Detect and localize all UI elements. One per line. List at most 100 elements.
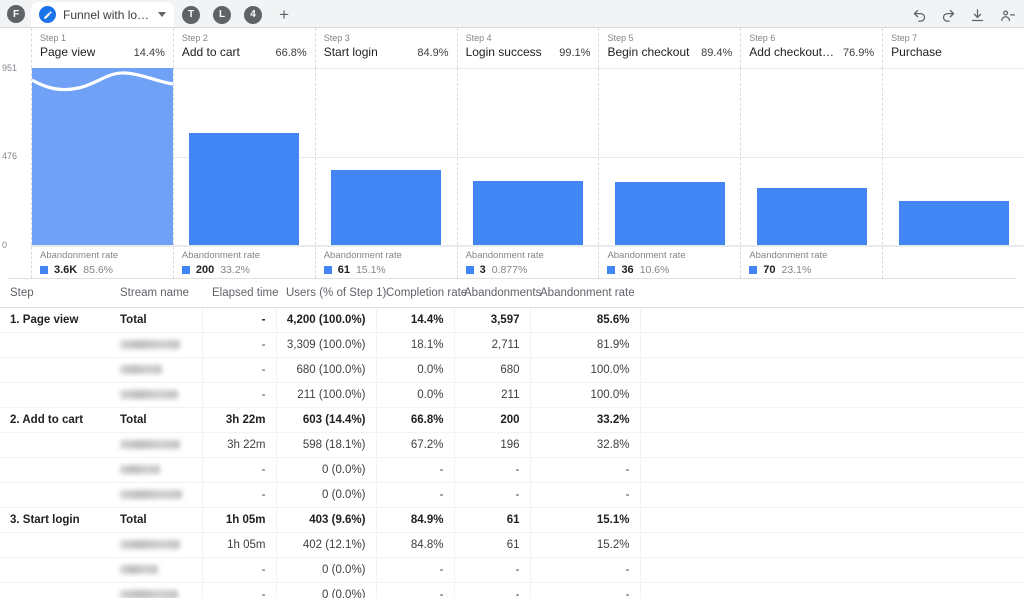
funnel-bar[interactable] [898, 201, 1009, 245]
undo-icon[interactable] [912, 8, 927, 23]
cell-elapsed-time: - [201, 307, 276, 333]
cell-abandonments: 211 [453, 382, 530, 408]
cell-stream-name [110, 482, 202, 508]
funnel-step-header-6[interactable]: Step 6 Add checkout info 76.9% [740, 28, 882, 68]
table-row[interactable]: -3,309 (100.0%) 18.1% 2,711 81.9% [0, 332, 1024, 358]
table-row[interactable]: 3. Start login Total 1h 05m 403 (9.6%) 84.9%… [0, 507, 1024, 533]
cell-completion-rate: - [375, 582, 454, 598]
funnel-bar-cell-7[interactable] [882, 68, 1024, 245]
table-row[interactable]: 1h 05m 402 (12.1%) 84.8% 61 15.2% [0, 532, 1024, 558]
share-icon[interactable] [999, 8, 1016, 23]
add-tab-button[interactable]: + [269, 2, 299, 27]
funnel-bar-cell-2[interactable] [172, 68, 315, 245]
step-completion-pct: 84.9% [417, 47, 449, 59]
step-number: Step 7 [891, 33, 918, 43]
cell-elapsed-time: - [201, 457, 276, 483]
redo-icon[interactable] [941, 8, 956, 23]
cell-abandonment-rate: - [529, 482, 640, 508]
cell-abandonments: 3,597 [453, 307, 530, 333]
table-row[interactable]: -680 (100.0%) 0.0% 680 100.0% [0, 357, 1024, 383]
cell-stream-name [110, 432, 202, 458]
cell-users: 0 (0.0%) [275, 482, 376, 508]
cell-completion-rate: 84.9% [375, 507, 454, 533]
cell-spacer [639, 432, 1024, 458]
redacted-stream-name [120, 340, 180, 350]
tab-l[interactable]: L [207, 2, 237, 27]
funnel-plot-area: 951 476 0 [2, 63, 1024, 250]
redacted-stream-name [120, 440, 180, 450]
cell-elapsed-time: - [201, 582, 276, 598]
table-body: 1. Page view Total -4,200 (100.0%) 14.4% 3,5… [0, 307, 1024, 598]
col-users[interactable]: Users (% of Step 1) [276, 279, 386, 308]
cell-completion-rate: - [375, 482, 454, 508]
chevron-down-icon[interactable] [158, 12, 167, 17]
funnel-bar[interactable] [331, 170, 442, 245]
cell-elapsed-time: - [201, 382, 276, 408]
download-icon[interactable] [970, 8, 985, 23]
cell-step [0, 457, 110, 483]
funnel-bar[interactable] [756, 188, 867, 245]
cell-step [0, 582, 110, 598]
tab-badge-4-icon: 4 [244, 5, 263, 24]
table-row[interactable]: 1. Page view Total -4,200 (100.0%) 14.4% 3,5… [0, 307, 1024, 333]
col-elapsed-time[interactable]: Elapsed time [202, 279, 278, 308]
abandonment-cell-7 [882, 247, 1024, 278]
funnel-step-header-3[interactable]: Step 3 Start login 84.9% [314, 28, 457, 68]
funnel-bar-cell-6[interactable] [740, 68, 882, 245]
funnel-bar[interactable] [614, 181, 725, 245]
abandonment-cell-6: Abandonment rate 70 23.1% [740, 247, 882, 278]
step-name: Purchase [891, 45, 942, 59]
cell-stream-name [110, 582, 202, 598]
cell-spacer [639, 332, 1024, 358]
cell-users: 603 (14.4%) [275, 407, 376, 433]
funnel-bar-cell-5[interactable] [598, 68, 740, 245]
col-completion-rate[interactable]: Completion rate [376, 279, 467, 308]
tab-funnel-exploration[interactable]: Funnel with lo… [31, 2, 175, 27]
funnel-bar-cell-4[interactable] [456, 68, 599, 245]
cell-abandonments: 2,711 [453, 332, 530, 358]
funnel-step-header-7[interactable]: Step 7 Purchase [882, 28, 1024, 68]
table-row[interactable]: -0 (0.0%) - - - [0, 457, 1024, 483]
cell-abandonment-rate: 85.6% [529, 307, 640, 333]
col-step[interactable]: Step [0, 279, 110, 308]
col-abandonment-rate[interactable]: Abandonment rate [530, 279, 640, 308]
app-badge-icon[interactable]: F [7, 5, 25, 23]
col-abandonments[interactable]: Abandonments [454, 279, 541, 308]
tab-4[interactable]: 4 [238, 2, 268, 27]
cell-completion-rate: 66.8% [375, 407, 454, 433]
cell-step: 2. Add to cart [0, 407, 110, 433]
table-row[interactable]: -0 (0.0%) - - - [0, 582, 1024, 598]
funnel-step-header-4[interactable]: Step 4 Login success 99.1% [456, 28, 599, 68]
col-stream-name[interactable]: Stream name [110, 279, 202, 308]
cell-abandonments: 61 [453, 532, 530, 558]
cell-users: 0 (0.0%) [275, 557, 376, 583]
funnel-chart: Step 1 Page view 14.4% Step 2 Add to cart 66.… [0, 28, 1024, 278]
tab-t[interactable]: T [176, 2, 206, 27]
cell-abandonment-rate: 32.8% [529, 432, 640, 458]
table-row[interactable]: -0 (0.0%) - - - [0, 557, 1024, 583]
cell-spacer [639, 307, 1024, 333]
cell-users: 402 (12.1%) [275, 532, 376, 558]
funnel-step-header-5[interactable]: Step 5 Begin checkout 89.4% [598, 28, 740, 68]
table-row[interactable]: -211 (100.0%) 0.0% 211 100.0% [0, 382, 1024, 408]
funnel-bar[interactable] [189, 132, 300, 245]
cell-abandonment-rate: 100.0% [529, 382, 640, 408]
funnel-step-header-1[interactable]: Step 1 Page view 14.4% [31, 28, 173, 68]
cell-completion-rate: 18.1% [375, 332, 454, 358]
funnel-bar[interactable] [32, 68, 173, 245]
cell-spacer [639, 557, 1024, 583]
cell-abandonment-rate: 100.0% [529, 357, 640, 383]
cell-users: 680 (100.0%) [275, 357, 376, 383]
cell-spacer [639, 532, 1024, 558]
legend-swatch-icon [465, 266, 474, 274]
funnel-bar-cell-3[interactable] [314, 68, 457, 245]
tab-badge-l-icon: L [213, 5, 232, 24]
abandonment-cell-2: Abandonment rate 200 33.2% [172, 247, 315, 278]
table-row[interactable]: 2. Add to cart Total 3h 22m 603 (14.4%) 66.8… [0, 407, 1024, 433]
funnel-bar[interactable] [473, 181, 583, 245]
funnel-bar-cell-1[interactable] [31, 68, 173, 245]
funnel-step-header-2[interactable]: Step 2 Add to cart 66.8% [172, 28, 315, 68]
table-row[interactable]: 3h 22m 598 (18.1%) 67.2% 196 32.8% [0, 432, 1024, 458]
table-row[interactable]: -0 (0.0%) - - - [0, 482, 1024, 508]
abandonment-cell-5: Abandonment rate 36 10.6% [598, 247, 740, 278]
